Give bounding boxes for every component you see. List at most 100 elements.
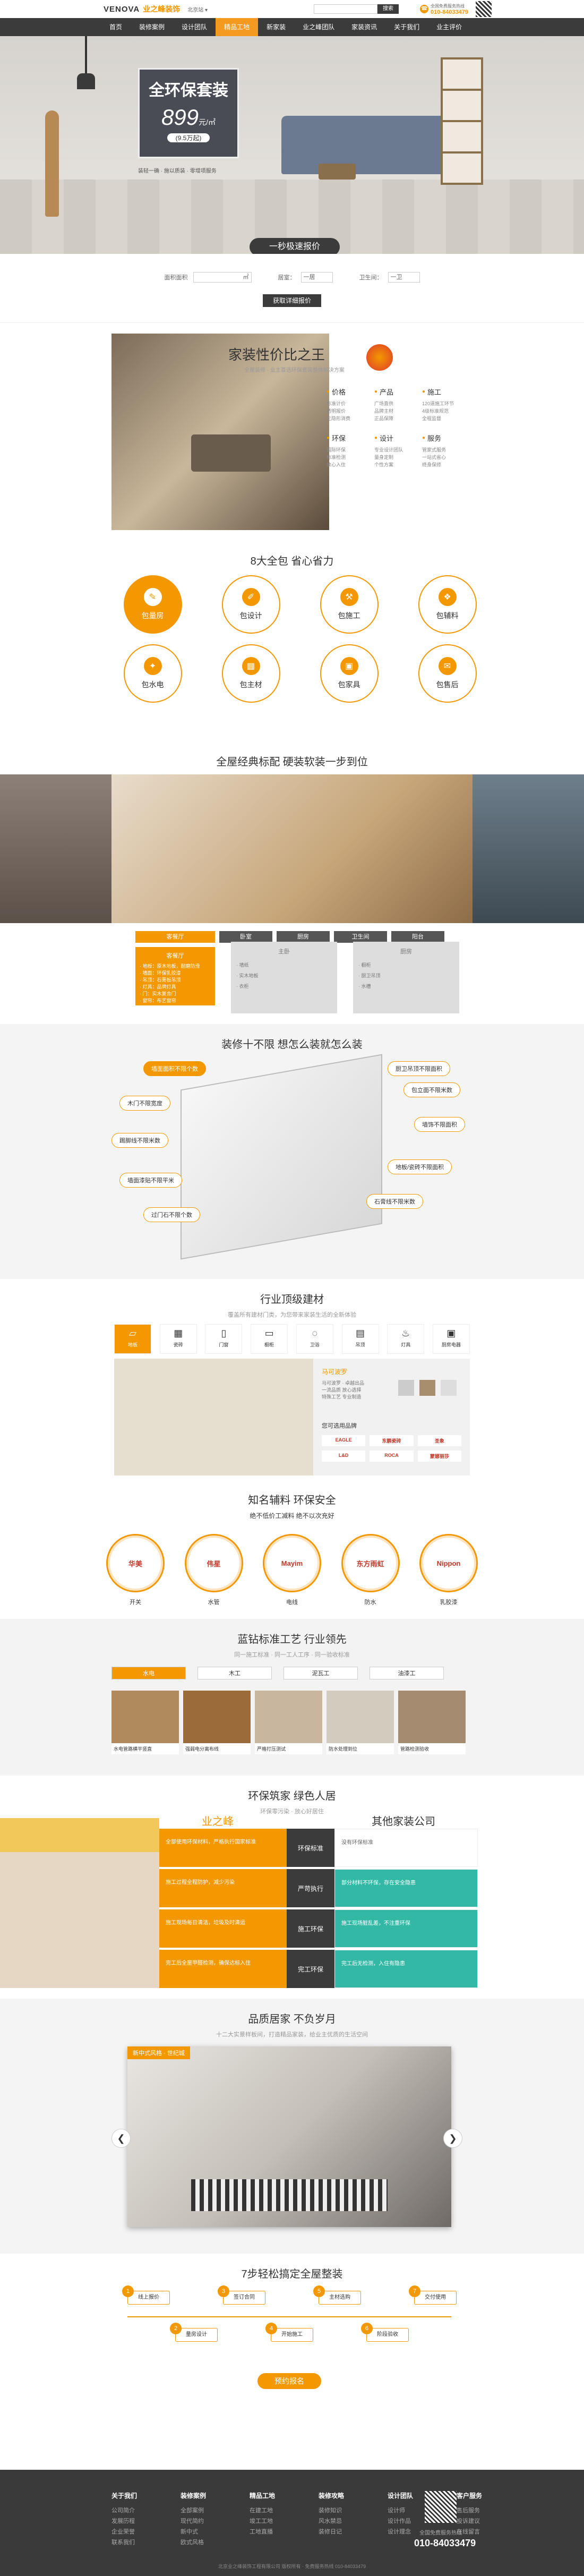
footer-link[interactable]: 售后服务 — [457, 2505, 515, 2516]
mat-icon-label: 门窗 — [219, 1342, 229, 1347]
area-input[interactable]: ㎡ — [193, 272, 252, 283]
mat-icon-item[interactable]: ▤ 吊顶 — [341, 1324, 379, 1354]
service-3[interactable]: ⚒ 包施工 — [320, 575, 379, 634]
service-icon: ▦ — [242, 657, 260, 675]
footer-list: 装修知识 风水禁忌 装修日记 — [319, 2505, 377, 2537]
service-6[interactable]: ▦ 包主材 — [221, 644, 280, 703]
footer-link[interactable]: 在建工地 — [250, 2505, 308, 2516]
craft-tab[interactable]: 油漆工 — [370, 1667, 444, 1679]
mat-icon-item[interactable]: ▭ 橱柜 — [251, 1324, 288, 1354]
nav-newhome[interactable]: 新家装 — [258, 18, 294, 36]
service-7[interactable]: ▣ 包家具 — [320, 644, 379, 703]
worker-photo — [0, 1818, 159, 1988]
footer-qr — [425, 2491, 457, 2523]
step-label: 阶段验收 — [377, 2332, 398, 2338]
bath-select[interactable]: 一卫 — [388, 272, 420, 283]
footer-col: 装修案例 全部案例 现代简约 新中式 欧式风格 — [181, 2491, 239, 2548]
mat-icon-item[interactable]: ◌ 卫浴 — [296, 1324, 333, 1354]
service-label: 包水电 — [141, 680, 164, 689]
service-2[interactable]: ✐ 包设计 — [221, 575, 280, 634]
mat-icon-item[interactable]: ▦ 瓷砖 — [159, 1324, 197, 1354]
footer-link[interactable]: 现代简约 — [181, 2516, 239, 2527]
room-select[interactable]: 一居 — [300, 272, 333, 283]
craft-caption: 严格打压测试 — [255, 1743, 322, 1754]
footer-link[interactable]: 欧式风格 — [181, 2537, 239, 2548]
std-item: · 水槽 — [358, 984, 371, 989]
king-item-title: ● 施工 — [422, 387, 465, 397]
nav-sites[interactable]: 精品工地 — [216, 18, 259, 36]
brand-logo: L&D — [322, 1451, 366, 1462]
mat-icon-item[interactable]: ▯ 门窗 — [205, 1324, 243, 1354]
service-1[interactable]: ✎ 包量房 — [123, 575, 182, 634]
std-item: · 衣柜 — [236, 984, 249, 989]
craft-caption: 防水处理到位 — [327, 1743, 394, 1754]
std-tab[interactable]: 厨房 — [277, 931, 330, 943]
floorplan-3d — [181, 1054, 382, 1260]
nav-team[interactable]: 业之峰团队 — [294, 18, 343, 36]
eco-mid-label: 施工环保 — [287, 1909, 334, 1948]
mat-icon-item[interactable]: ▣ 厨房电器 — [432, 1324, 470, 1354]
footer-link[interactable]: 联系我们 — [111, 2537, 170, 2548]
footer-link[interactable]: 全部案例 — [181, 2505, 239, 2516]
aux-item: Nippon 乳胶漆 — [419, 1534, 478, 1606]
swatch-1 — [398, 1380, 414, 1396]
card1-list: · 地板：原木地板，耐磨防滑 · 墙面：环保乳胶漆 · 吊顶：石膏板吊顶 · 灯具：品… — [140, 963, 211, 1004]
tag-7: 墙面漆贴不限平米 — [119, 1173, 182, 1188]
eco-left-desc: 完工后全屋甲醛检测，确保达标入住 — [159, 1950, 287, 1988]
footer-link[interactable]: 投诉建议 — [457, 2516, 515, 2527]
mat-icon-label: 卫浴 — [310, 1342, 320, 1347]
footer-link[interactable]: 装修知识 — [319, 2505, 377, 2516]
mat-icon-item[interactable]: ♨ 灯具 — [387, 1324, 425, 1354]
city-select[interactable]: 北京站 ▾ — [187, 5, 208, 13]
nav-design[interactable]: 设计团队 — [173, 18, 216, 36]
footer-link[interactable]: 在线留言 — [457, 2527, 515, 2537]
mat-icon-item[interactable]: ▱ 地板 — [114, 1324, 151, 1354]
service-4[interactable]: ❖ 包辅料 — [418, 575, 477, 634]
signup-button[interactable]: 预约报名 — [257, 2373, 321, 2389]
footer-link[interactable]: 工地直播 — [250, 2527, 308, 2537]
craft-tab[interactable]: 水电 — [111, 1667, 186, 1679]
craft-tab[interactable]: 泥瓦工 — [284, 1667, 358, 1679]
nav-about[interactable]: 关于我们 — [385, 18, 428, 36]
footer-link[interactable]: 公司简介 — [111, 2505, 170, 2516]
nav-news[interactable]: 家装资讯 — [343, 18, 385, 36]
std-tab[interactable]: 卧室 — [219, 931, 272, 943]
nav-home[interactable]: 首页 — [101, 18, 131, 36]
search-button[interactable]: 搜索 — [377, 4, 399, 14]
service-label: 包设计 — [239, 611, 262, 620]
quote-button[interactable]: 一秒极速报价 — [250, 238, 340, 254]
tile-photo — [114, 1359, 313, 1475]
next-arrow-icon[interactable]: ❯ — [443, 2129, 462, 2148]
logo[interactable]: VENOVA — [104, 5, 140, 14]
service-icon: ✎ — [143, 588, 162, 606]
eco-section: 环保筑家 绿色人居 环保零污染 · 放心好居住 业之峰 其他家装公司 全部使用环… — [0, 1776, 584, 1999]
footer-link[interactable]: 装修日记 — [319, 2527, 377, 2537]
craft-photo: 强弱电分离布线 — [183, 1691, 251, 1754]
std-tab[interactable]: 阳台 — [391, 931, 444, 943]
footer-phone: 010-84033479 — [414, 2538, 476, 2548]
eco-row: 施工现场每日清洁，垃圾及时清运 施工环保 施工现场脏乱差，不注重环保 — [159, 1909, 478, 1948]
footer-link[interactable]: 企业荣誉 — [111, 2527, 170, 2537]
footer-link[interactable]: 新中式 — [181, 2527, 239, 2537]
craft-tab[interactable]: 木工 — [197, 1667, 272, 1679]
std-tab[interactable]: 客餐厅 — [135, 931, 215, 943]
footer-link[interactable]: 风水禁忌 — [319, 2516, 377, 2527]
search-input[interactable] — [314, 4, 378, 14]
eco-mid-label: 严苛执行 — [287, 1869, 334, 1907]
service-icon: ✉ — [438, 657, 457, 675]
card2-title: 主卧 — [278, 949, 290, 955]
footer-link[interactable]: 发展历程 — [111, 2516, 170, 2527]
service-8[interactable]: ✉ 包售后 — [418, 644, 477, 703]
service-5[interactable]: ✦ 包水电 — [123, 644, 182, 703]
footer-col: 关于我们 公司简介 发展历程 企业荣誉 联系我们 — [111, 2491, 170, 2548]
std-tab[interactable]: 卫生间 — [334, 931, 387, 943]
prev-arrow-icon[interactable]: ❮ — [111, 2129, 131, 2148]
footer-link[interactable]: 竣工工地 — [250, 2516, 308, 2527]
step-number: 2 — [170, 2323, 182, 2334]
king-item: ● 环保 国际环保 标准检测 放心入住 — [327, 433, 369, 468]
eco-right-desc: 部分材料不环保，存在安全隐患 — [334, 1869, 478, 1907]
submit-button[interactable]: 获取详细报价 — [263, 294, 321, 307]
footer-col: 装修攻略 装修知识 风水禁忌 装修日记 — [319, 2491, 377, 2548]
nav-reviews[interactable]: 业主评价 — [428, 18, 470, 36]
nav-cases[interactable]: 装修案例 — [131, 18, 173, 36]
